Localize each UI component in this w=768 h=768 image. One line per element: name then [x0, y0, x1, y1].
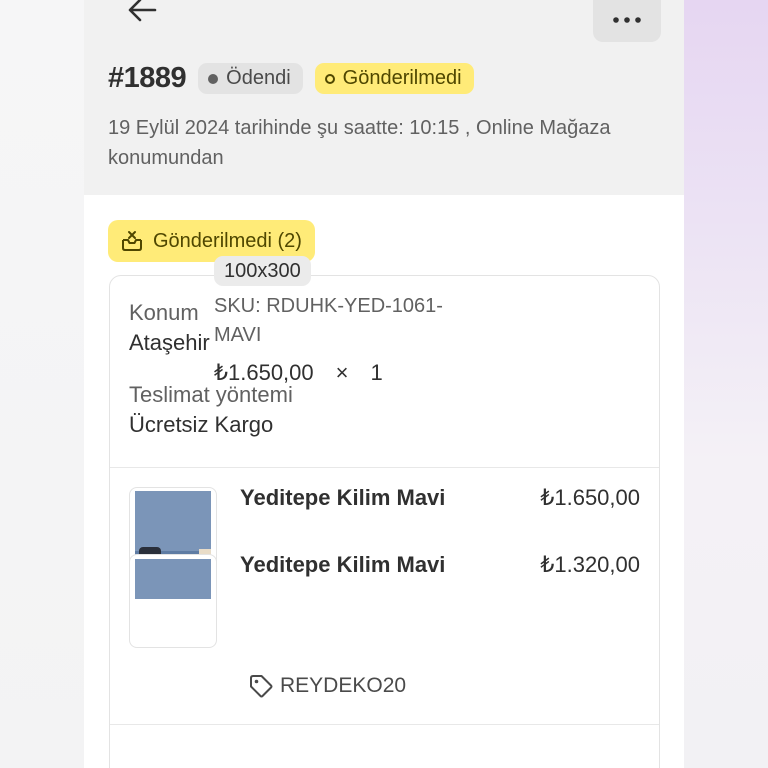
product-image-icon	[135, 559, 211, 599]
background-right	[678, 0, 768, 768]
arrow-left-icon	[128, 0, 157, 22]
unit-price: ₺1.650,00	[214, 360, 314, 385]
times-sign: ×	[335, 360, 349, 385]
more-horizontal-icon	[613, 17, 641, 23]
fulfillment-status-label: Gönderilmedi	[342, 67, 462, 89]
fulfillment-status-badge: Gönderilmedi	[314, 63, 474, 94]
item-sku: SKU: RDUHK-YED-1061-MAVI	[214, 295, 443, 346]
unfulfilled-section-label: Gönderilmedi (2)	[153, 229, 302, 252]
discount-code: REYDEKO20	[248, 673, 406, 699]
tag-icon	[250, 675, 273, 698]
more-actions-button[interactable]	[593, 0, 661, 42]
order-title-row: #1889 Ödendi Gönderilmedi	[108, 62, 474, 95]
discount-code-label: REYDEKO20	[280, 674, 407, 697]
background-left	[0, 0, 90, 768]
product-thumbnail	[129, 554, 217, 648]
order-header: #1889 Ödendi Gönderilmedi 19 Eylül 2024 …	[84, 0, 684, 195]
order-number: #1889	[108, 62, 187, 94]
variant-chip: 100x300	[214, 256, 311, 286]
status-ring-icon	[324, 73, 335, 84]
item-title: Yeditepe Kilim Mavi	[240, 552, 446, 577]
item-total-price: ₺1.650,00	[540, 485, 640, 510]
unit-price-quantity: ₺1.650,00 × 1	[214, 356, 383, 390]
back-button[interactable]	[122, 0, 162, 26]
order-meta-text: 19 Eylül 2024 tarihinde şu saatte: 10:15…	[108, 117, 611, 169]
status-dot-icon	[208, 73, 219, 84]
payment-status-label: Ödendi	[226, 67, 291, 89]
payment-status-badge: Ödendi	[198, 63, 303, 94]
item-title: Yeditepe Kilim Mavi	[240, 485, 446, 510]
item-total-price: ₺1.320,00	[540, 552, 640, 577]
delivery-method-value: Ücretsiz Kargo	[129, 412, 274, 437]
box-unfulfilled-icon	[122, 231, 142, 251]
order-detail-screen: #1889 Ödendi Gönderilmedi 19 Eylül 2024 …	[84, 0, 684, 768]
quantity: 1	[370, 360, 383, 385]
delivery-method-label: Teslimat yöntemi	[129, 382, 293, 407]
